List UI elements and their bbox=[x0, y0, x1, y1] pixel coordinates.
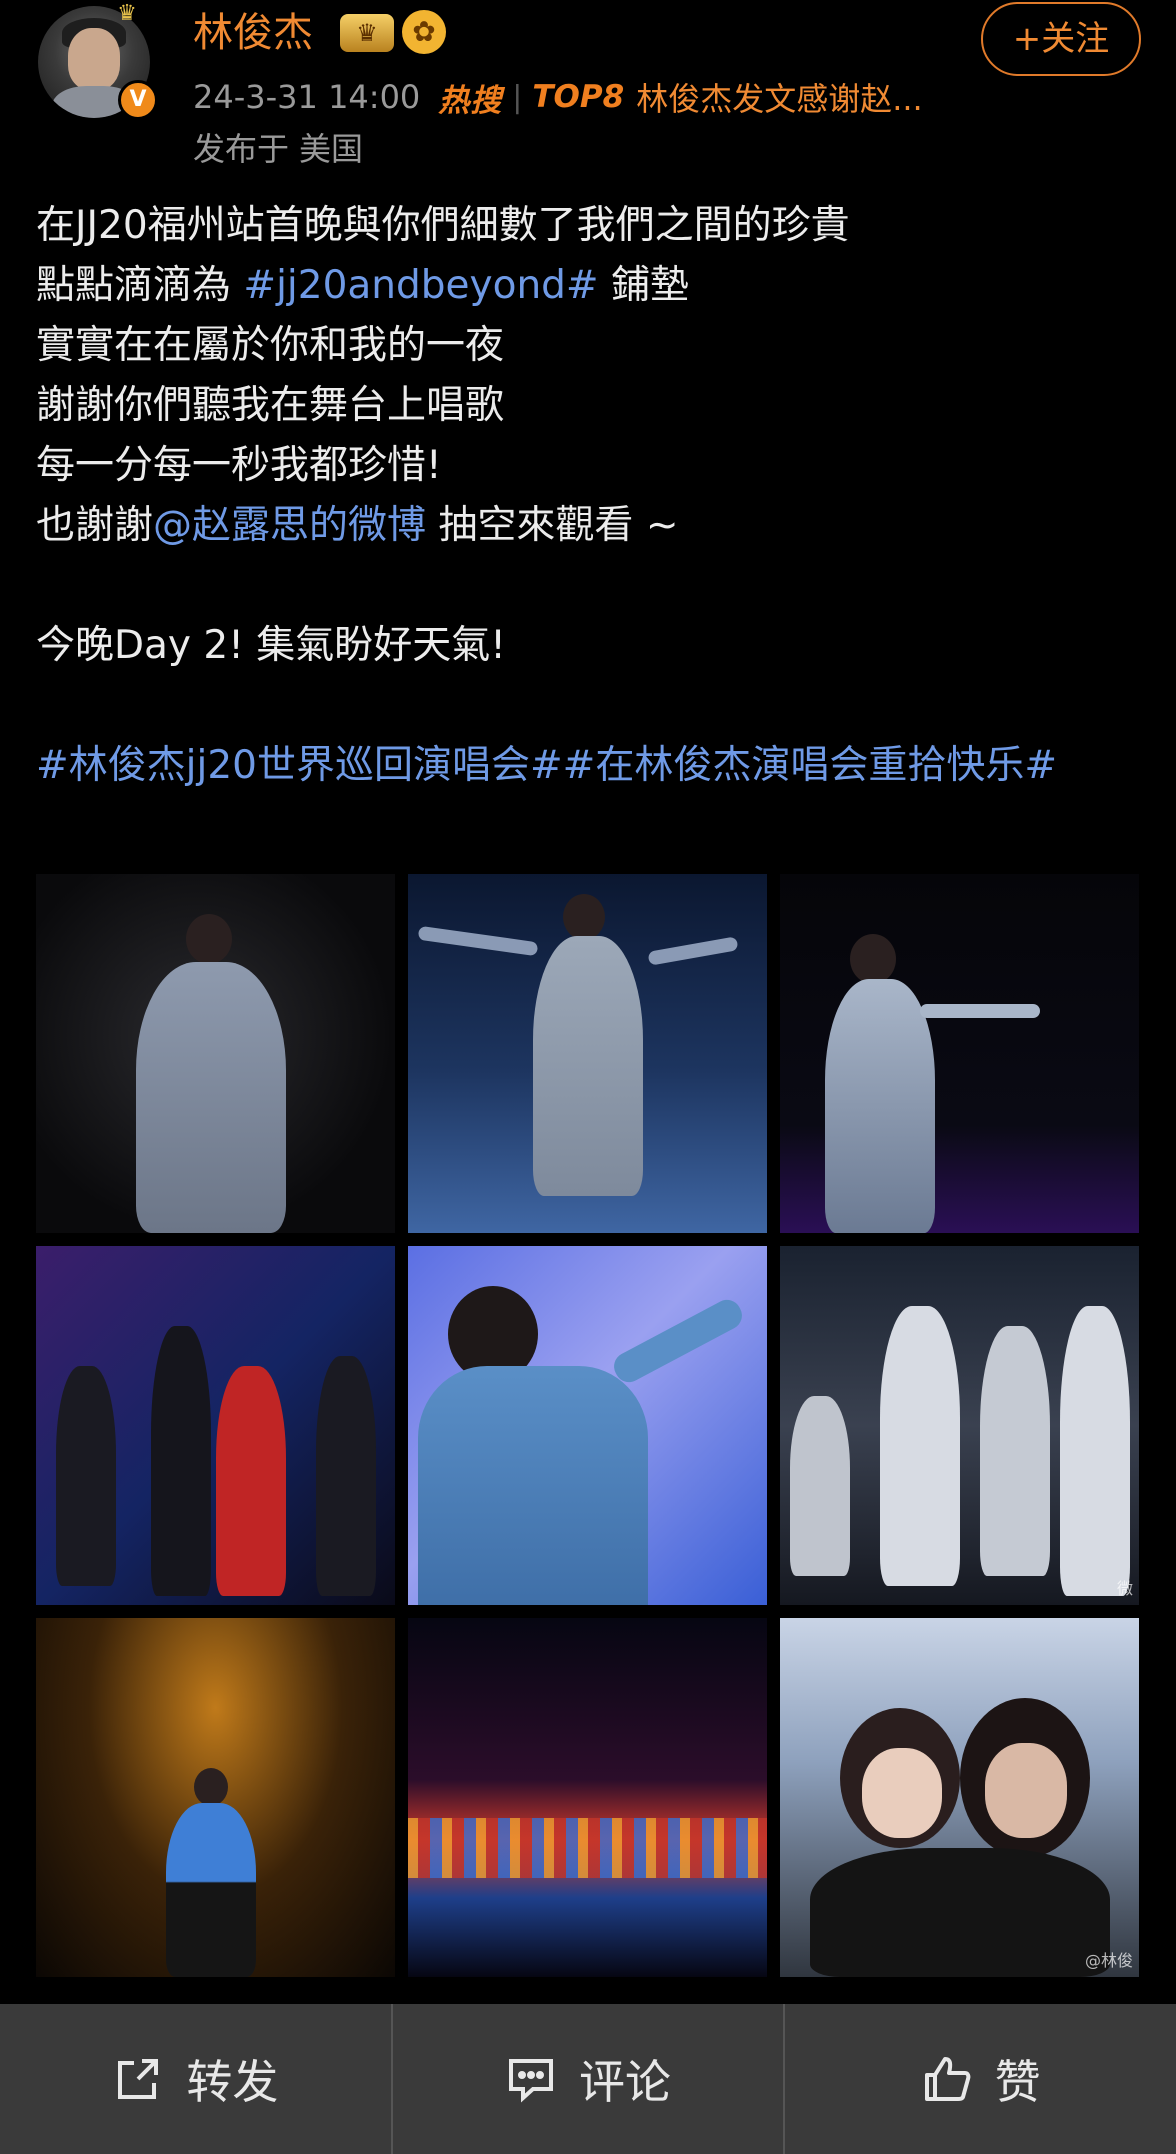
dancer-figure bbox=[790, 1396, 850, 1576]
comment-label: 评论 bbox=[579, 2055, 671, 2109]
figure-head bbox=[563, 894, 605, 940]
dancer-figure bbox=[216, 1366, 286, 1596]
photo-tile-6[interactable]: 微 bbox=[780, 1246, 1139, 1605]
figure-face bbox=[862, 1748, 942, 1838]
hot-search-topic[interactable]: 林俊杰发文感谢赵... bbox=[636, 74, 923, 120]
photo-tile-4[interactable] bbox=[36, 1246, 395, 1605]
action-bar: 转发 评论 赞 bbox=[0, 2004, 1176, 2154]
repost-label: 转发 bbox=[186, 2055, 279, 2109]
post-line: 點點滴滴為 #jj20andbeyond# 鋪墊 bbox=[36, 256, 1146, 316]
location-label: 发布于 bbox=[193, 130, 290, 168]
comment-icon bbox=[505, 2053, 557, 2105]
post-text-segment: 點點滴滴為 bbox=[36, 263, 244, 308]
photo-tile-3[interactable] bbox=[780, 874, 1139, 1233]
avatar-face bbox=[68, 28, 120, 90]
post-timestamp: 24-3-31 14:00 bbox=[193, 78, 421, 116]
dancer-figure bbox=[880, 1306, 960, 1586]
figure-face bbox=[985, 1743, 1067, 1838]
share-icon bbox=[112, 2053, 164, 2105]
figure-body bbox=[825, 979, 935, 1233]
hot-search-divider: | bbox=[512, 79, 523, 115]
figure-body bbox=[810, 1848, 1110, 1977]
post-line: 也謝謝@赵露思的微博 抽空來觀看 ~ bbox=[36, 496, 1146, 556]
hot-search-logo[interactable]: 热搜 bbox=[438, 75, 502, 120]
repost-button[interactable]: 转发 bbox=[0, 2004, 391, 2154]
post-line: 實實在在屬於你和我的一夜 bbox=[36, 323, 505, 368]
figure-body bbox=[418, 1366, 648, 1605]
figure-arm bbox=[609, 1294, 747, 1388]
figure-body bbox=[136, 962, 286, 1233]
figure-arm bbox=[417, 925, 539, 957]
hashtag-links[interactable]: #林俊杰jj20世界巡回演唱会##在林俊杰演唱会重拾快乐# bbox=[36, 736, 1146, 796]
post-text-segment: 也謝謝 bbox=[36, 503, 154, 548]
photo-tile-8[interactable] bbox=[408, 1618, 767, 1977]
post-text-segment: 鋪墊 bbox=[598, 263, 690, 308]
photo-tile-1[interactable] bbox=[36, 874, 395, 1233]
figure-arm bbox=[647, 936, 739, 966]
figure-head bbox=[186, 914, 232, 964]
image-watermark: @林俊 bbox=[1084, 1951, 1133, 1970]
post-header: ♛ V 林俊杰 ♛ ✿ +关注 24-3-31 14:00 热搜 | TOP8 … bbox=[0, 0, 1176, 175]
photo-tile-2[interactable] bbox=[408, 874, 767, 1233]
photo-tile-9[interactable]: @林俊 bbox=[780, 1618, 1139, 1977]
photo-tile-5[interactable] bbox=[408, 1246, 767, 1605]
image-watermark: 微 bbox=[1116, 1579, 1133, 1598]
crown-icon[interactable]: ♛ bbox=[340, 14, 394, 52]
post-line: 每一分每一秒我都珍惜! bbox=[36, 443, 442, 488]
figure-head bbox=[850, 934, 896, 984]
follow-button[interactable]: +关注 bbox=[981, 2, 1141, 76]
figure-body bbox=[166, 1803, 256, 1977]
figure-arm bbox=[920, 1004, 1040, 1018]
post-line: 今晚Day 2! 集氣盼好天氣! bbox=[36, 623, 506, 668]
stage-lights bbox=[408, 1818, 767, 1878]
avatar-crown-icon: ♛ bbox=[117, 1, 137, 26]
dancer-figure bbox=[980, 1326, 1050, 1576]
comment-button[interactable]: 评论 bbox=[390, 2004, 784, 2154]
hot-search-rank[interactable]: TOP8 bbox=[532, 79, 624, 115]
dancer-figure bbox=[1060, 1306, 1130, 1596]
post-text-segment: 抽空來觀看 ~ bbox=[426, 503, 679, 548]
location-value: 美国 bbox=[299, 130, 364, 168]
post-body: 在JJ20福州站首晚與你們細數了我們之間的珍貴 點點滴滴為 #jj20andbe… bbox=[36, 196, 1146, 796]
dancer-figure bbox=[316, 1356, 376, 1596]
flower-icon[interactable]: ✿ bbox=[402, 10, 446, 54]
figure-body bbox=[533, 936, 643, 1196]
verified-v-icon: V bbox=[118, 80, 158, 120]
post-line: 謝謝你們聽我在舞台上唱歌 bbox=[36, 383, 505, 428]
like-button[interactable]: 赞 bbox=[783, 2004, 1176, 2154]
username[interactable]: 林俊杰 bbox=[193, 6, 313, 60]
like-label: 赞 bbox=[994, 2055, 1041, 2109]
meta-line: 24-3-31 14:00 热搜 | TOP8 林俊杰发文感谢赵... bbox=[193, 72, 923, 122]
photo-tile-7[interactable] bbox=[36, 1618, 395, 1977]
dancer-figure bbox=[56, 1366, 116, 1586]
dancer-figure bbox=[151, 1326, 211, 1596]
hashtag-link[interactable]: #jj20andbeyond# bbox=[243, 263, 598, 308]
post-location: 发布于 美国 bbox=[193, 124, 363, 170]
figure-head bbox=[194, 1768, 228, 1806]
thumbs-up-icon bbox=[921, 2053, 973, 2105]
image-grid: 微 @林俊 bbox=[36, 874, 1140, 1982]
mention-link[interactable]: @赵露思的微博 bbox=[153, 503, 426, 548]
post-line: 在JJ20福州站首晚與你們細數了我們之間的珍貴 bbox=[36, 203, 850, 248]
